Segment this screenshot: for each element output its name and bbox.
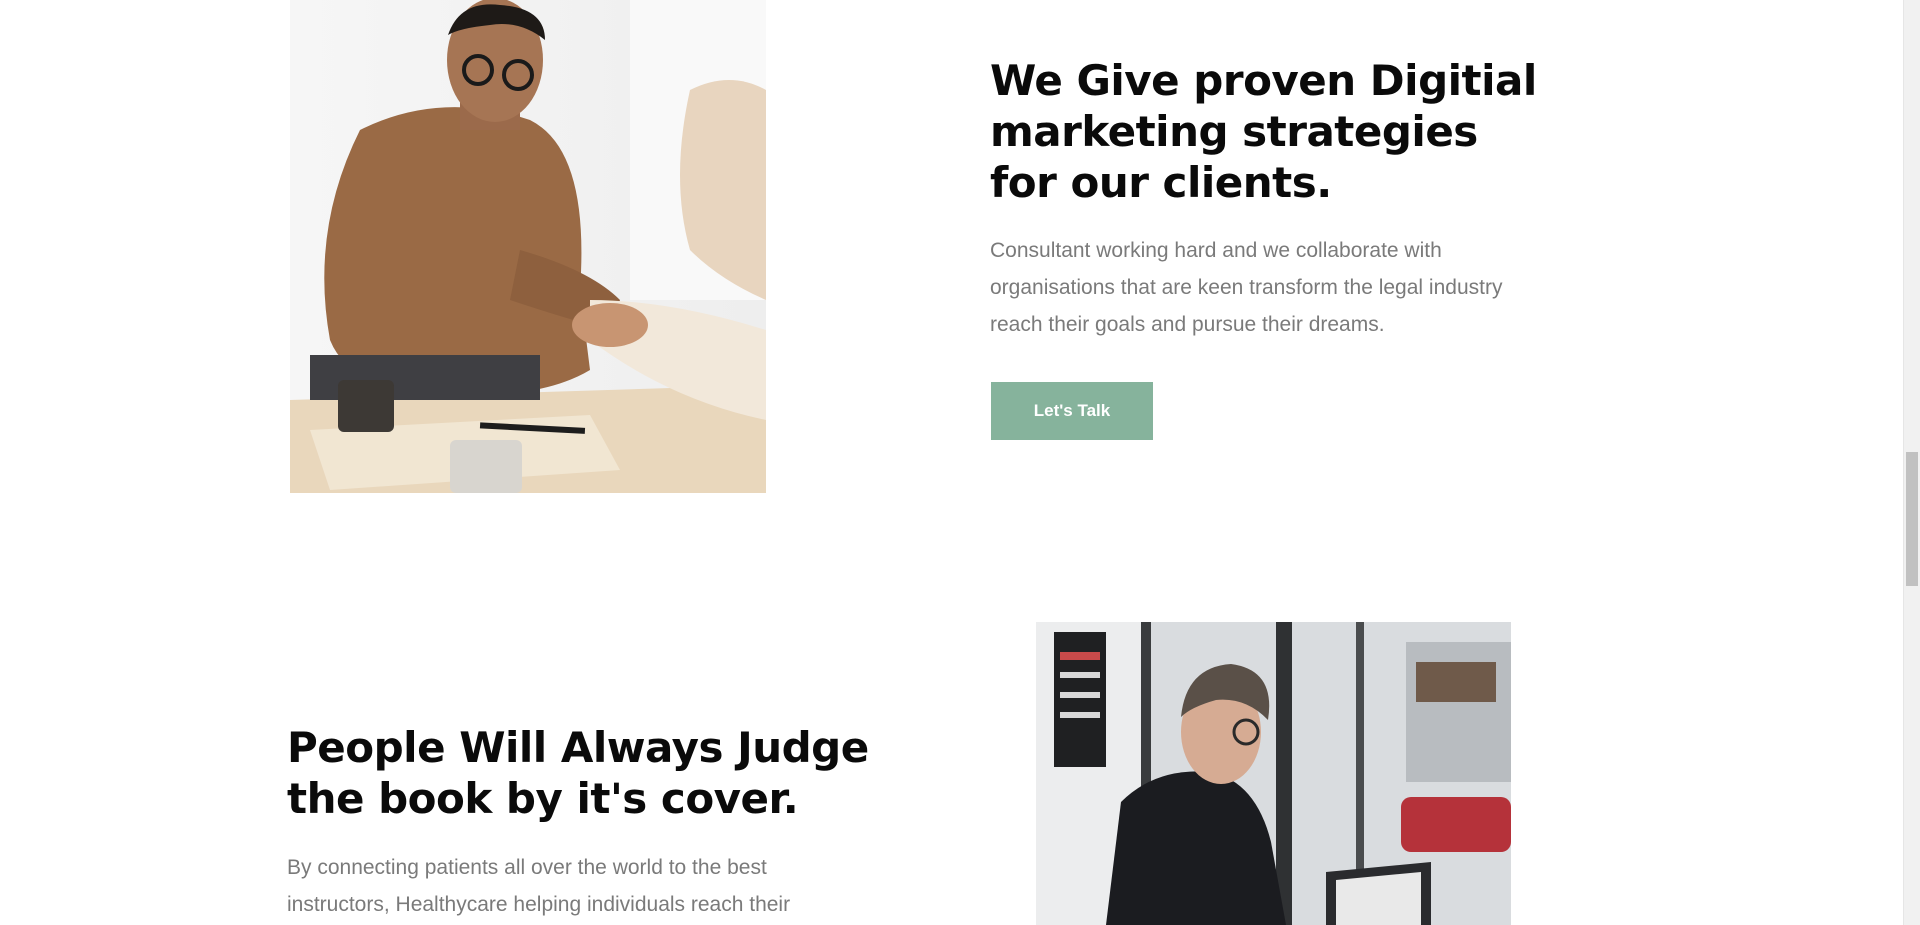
section-1-heading: We Give proven Digitial marketing strate… [990, 56, 1537, 207]
laptop-man-photo [1036, 622, 1511, 925]
laptop-man-photo-illustration [1036, 622, 1511, 925]
section-1-description: Consultant working hard and we collabora… [990, 239, 1503, 336]
handshake-photo-illustration [290, 0, 766, 493]
section-2-description: By connecting patients all over the worl… [287, 856, 791, 916]
page: We Give proven Digitial marketing strate… [0, 0, 1920, 925]
handshake-photo [290, 0, 766, 493]
lets-talk-button[interactable]: Let's Talk [991, 382, 1153, 440]
scrollbar-thumb[interactable] [1906, 452, 1918, 586]
section-2-heading: People Will Always Judge the book by it'… [287, 723, 869, 823]
scrollbar[interactable] [1903, 0, 1920, 925]
